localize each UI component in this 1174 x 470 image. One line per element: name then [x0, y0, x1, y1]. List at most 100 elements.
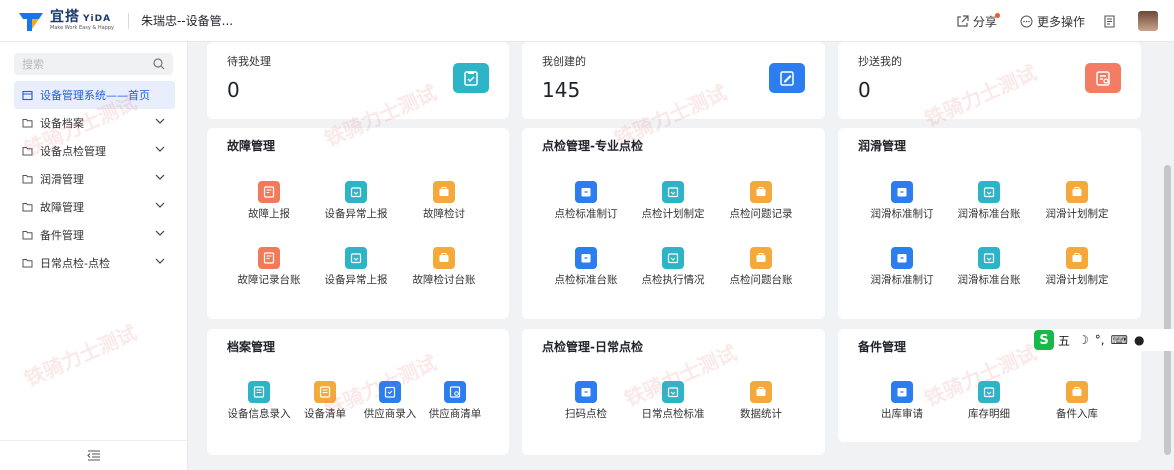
scrollbar[interactable]: [1164, 165, 1171, 455]
abnormal-report-tile-2[interactable]: 设备异常上报: [320, 247, 392, 286]
lube-plan-tile[interactable]: 润滑计划制定: [1041, 181, 1113, 220]
search-input[interactable]: 搜索: [14, 53, 173, 75]
todo-button[interactable]: [1103, 14, 1120, 28]
daily-standard-tile[interactable]: 日常点检标准: [637, 381, 709, 420]
abnormal-report-tile[interactable]: 设备异常上报: [320, 181, 392, 220]
archive-icon: [575, 247, 597, 269]
inspect-execution-tile[interactable]: 点检执行情况: [637, 247, 709, 286]
tile-label: 点检执行情况: [641, 274, 705, 286]
inspect-standard-tile[interactable]: 点检标准制订: [550, 181, 622, 220]
inspect-issue-ledger-tile[interactable]: 点检问题台账: [725, 247, 797, 286]
supplier-entry-tile[interactable]: 供应商录入: [354, 381, 426, 420]
fault-review-ledger-tile[interactable]: 故障检讨台账: [408, 247, 480, 286]
app-title[interactable]: 朱瑞忠--设备管...: [128, 12, 233, 29]
folder-icon: [22, 231, 33, 240]
tile-label: 扫码点检: [565, 408, 607, 420]
tile-label: 点检标准台账: [554, 274, 618, 286]
sidebar-item-device-archive[interactable]: 设备档案: [0, 109, 187, 137]
spare-inbound-tile[interactable]: 备件入库: [1041, 381, 1113, 420]
report-icon: [258, 181, 280, 203]
scan-inspect-tile[interactable]: 扫码点检: [550, 381, 622, 420]
fault-ledger-tile[interactable]: 故障记录台账: [233, 247, 305, 286]
data-stats-tile[interactable]: 数据统计: [725, 381, 797, 420]
tile-label: 故障上报: [248, 208, 290, 220]
section-title: 档案管理: [227, 340, 276, 354]
more-actions-button[interactable]: 更多操作: [1020, 13, 1085, 30]
briefcase-icon: [433, 181, 455, 203]
lube-standard-ledger-tile-2[interactable]: 润滑标准台账: [953, 247, 1025, 286]
avatar[interactable]: [1138, 11, 1158, 31]
sidebar-item-lubrication[interactable]: 润滑管理: [0, 165, 187, 193]
form-icon: [314, 381, 336, 403]
section-title: 点检管理-日常点检: [542, 340, 643, 354]
sidebar-item-label: 设备管理系统——首页: [40, 89, 150, 102]
tile-label: 日常点检标准: [641, 408, 705, 420]
tile-label: 点检问题台账: [729, 274, 793, 286]
collapse-sidebar-button[interactable]: [0, 440, 188, 470]
cc-doc-icon: [1085, 63, 1121, 93]
folder-icon: [22, 175, 33, 184]
inbox-icon: [978, 181, 1000, 203]
fault-report-tile[interactable]: 故障上报: [233, 181, 305, 220]
ime-toolbar[interactable]: S 五 ☽ °, ⌨ ●: [1034, 329, 1174, 351]
folder-icon: [22, 147, 33, 156]
tile-label: 故障检讨台账: [412, 274, 476, 286]
sidebar-item-spare[interactable]: 备件管理: [0, 221, 187, 249]
briefcase-icon: [750, 247, 772, 269]
briefcase-icon: [1066, 381, 1088, 403]
tile-label: 点检问题记录: [729, 208, 793, 220]
lube-standard-tile-2[interactable]: 润滑标准制订: [866, 247, 938, 286]
lube-plan-tile-2[interactable]: 润滑计划制定: [1041, 247, 1113, 286]
lube-standard-ledger-tile[interactable]: 润滑标准台账: [953, 181, 1025, 220]
stat-value: 0: [858, 78, 871, 102]
tile-label: 润滑标准制订: [870, 274, 934, 286]
collapse-icon: [87, 450, 100, 461]
section-inspection-daily: 点检管理-日常点检 扫码点检 日常点检标准 数据统计: [522, 329, 825, 455]
stat-label: 抄送我的: [858, 55, 902, 68]
stat-value: 145: [542, 78, 581, 102]
sidebar-item-inspection[interactable]: 设备点检管理: [0, 137, 187, 165]
tile-label: 润滑计划制定: [1045, 208, 1109, 220]
outbound-request-tile[interactable]: 出库审请: [866, 381, 938, 420]
section-fault: 故障管理 故障上报 设备异常上报 故障检讨 故障记录台账 设备异常上报 故障检讨…: [207, 128, 509, 319]
briefcase-icon: [1066, 247, 1088, 269]
inspect-issue-tile[interactable]: 点检问题记录: [725, 181, 797, 220]
chevron-down-icon: [155, 146, 165, 152]
fault-review-tile[interactable]: 故障检讨: [408, 181, 480, 220]
tile-label: 点检计划制定: [641, 208, 705, 220]
sidebar-item-label: 备件管理: [40, 229, 84, 242]
briefcase-icon: [750, 181, 772, 203]
sidebar-item-fault[interactable]: 故障管理: [0, 193, 187, 221]
device-list-tile[interactable]: 设备清单: [289, 381, 361, 420]
device-entry-tile[interactable]: 设备信息录入: [223, 381, 295, 420]
folder-icon: [22, 203, 33, 212]
inspect-standard-ledger-tile[interactable]: 点检标准台账: [550, 247, 622, 286]
sidebar-item-home[interactable]: 设备管理系统——首页: [14, 81, 175, 109]
page-icon: [22, 90, 33, 100]
section-lubrication: 润滑管理 润滑标准制订 润滑标准台账 润滑计划制定 润滑标准制订 润滑标准台账 …: [838, 128, 1141, 319]
lube-standard-tile[interactable]: 润滑标准制订: [866, 181, 938, 220]
notification-dot: [994, 12, 1000, 18]
stat-card-pending[interactable]: 待我处理 0: [207, 42, 509, 119]
section-title: 备件管理: [858, 340, 907, 354]
section-title: 故障管理: [227, 139, 276, 153]
tile-label: 润滑标准台账: [957, 274, 1021, 286]
stat-label: 待我处理: [227, 55, 271, 68]
tile-label: 供应商录入: [363, 408, 417, 420]
stat-card-created[interactable]: 我创建的 145: [522, 42, 825, 119]
section-archive: 档案管理 设备信息录入 设备清单 供应商录入 供应商清单: [207, 329, 509, 455]
inbox-icon: [978, 381, 1000, 403]
logo-mark-icon: [18, 10, 44, 32]
stat-card-cc[interactable]: 抄送我的 0: [838, 42, 1141, 119]
tile-label: 设备清单: [304, 408, 346, 420]
tile-label: 出库审请: [881, 408, 923, 420]
share-button[interactable]: 分享: [956, 12, 1002, 30]
sidebar-item-daily-inspection[interactable]: 日常点检-点检: [0, 249, 187, 277]
doc-clock-icon: [444, 381, 466, 403]
supplier-list-tile[interactable]: 供应商清单: [419, 381, 491, 420]
keyboard-icon: ⌨: [1110, 333, 1128, 347]
inventory-detail-tile[interactable]: 库存明细: [953, 381, 1025, 420]
yida-logo[interactable]: 宜搭 YiDA Make Work Easy & Happy: [18, 10, 114, 32]
chevron-down-icon: [155, 230, 165, 236]
inspect-plan-tile[interactable]: 点检计划制定: [637, 181, 709, 220]
